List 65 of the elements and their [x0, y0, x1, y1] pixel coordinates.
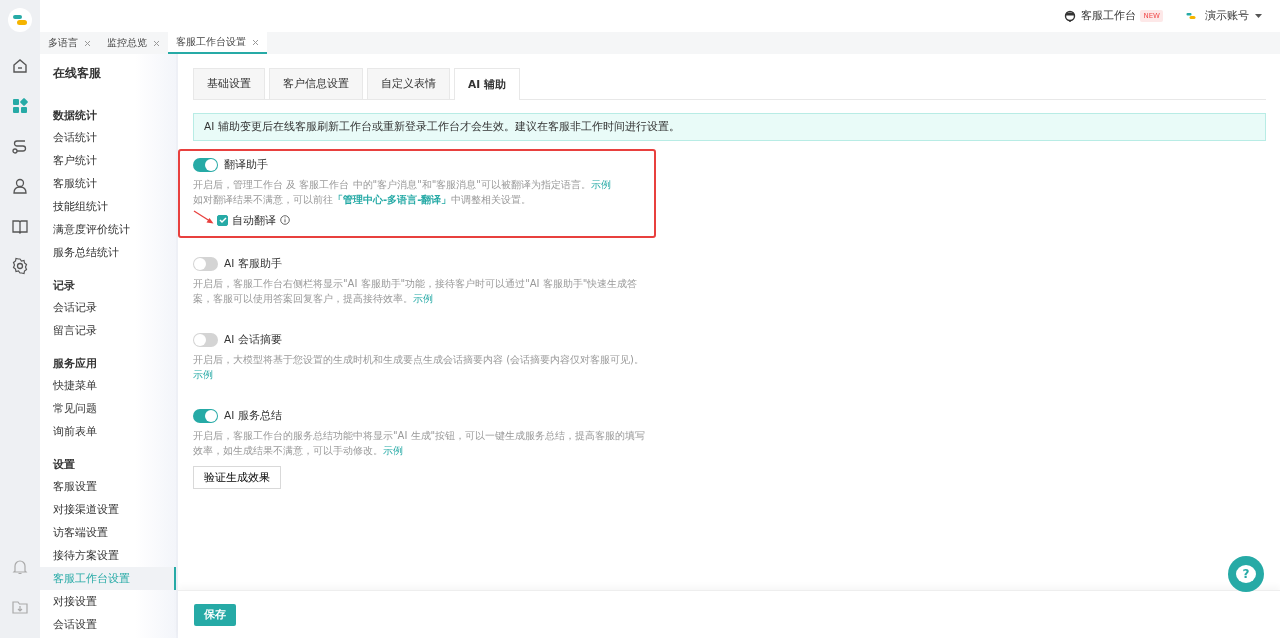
sidebar-item[interactable]: 会话记录	[40, 296, 176, 320]
toggle-switch[interactable]	[193, 257, 218, 272]
folder-download-icon[interactable]	[11, 598, 29, 616]
sidebar-title: 在线客服	[53, 66, 102, 82]
caret-icon	[1255, 13, 1262, 19]
settings-icon[interactable]	[11, 257, 29, 275]
toggle-switch[interactable]	[193, 408, 218, 423]
account-menu[interactable]: 演示账号	[1205, 8, 1249, 24]
settings-tab[interactable]: 自定义表情	[367, 68, 450, 99]
feature-title: AI 会话摘要	[224, 332, 282, 347]
settings-tab[interactable]: 客户信息设置	[269, 68, 363, 99]
sidebar-item[interactable]: 客服设置	[40, 475, 176, 499]
bell-icon[interactable]	[11, 558, 29, 576]
verify-button[interactable]: 验证生成效果	[193, 465, 281, 490]
close-icon[interactable]	[84, 39, 91, 47]
toggle-switch[interactable]	[193, 157, 218, 172]
book-icon[interactable]	[11, 217, 29, 235]
logo[interactable]	[8, 8, 32, 32]
feature-title: 翻译助手	[224, 156, 268, 172]
feature-description: 开启后，客服工作台的服务总结功能中将显示"AI 生成"按钮，可以一键生成服务总结，提高客服的填写效率，如生成结果不满意，可以手动修改。示例	[193, 428, 647, 458]
close-icon[interactable]	[252, 38, 259, 46]
notice-banner: AI 辅助变更后在线客服刷新工作台或重新登录工作台才会生效。建议在客服非工作时间进行设置。	[193, 113, 1266, 141]
close-icon[interactable]	[153, 39, 160, 47]
sidebar-item[interactable]: 常见问题	[40, 397, 176, 421]
sidebar-group-title: 记录	[53, 277, 76, 293]
info-icon[interactable]	[280, 215, 290, 226]
page-tab[interactable]: 监控总览	[99, 32, 168, 54]
sidebar-item[interactable]: 服务总结统计	[40, 241, 176, 265]
sidebar-group-title: 设置	[53, 456, 76, 472]
sidebar-item[interactable]: 快捷菜单	[40, 374, 176, 398]
settings-tab[interactable]: 基础设置	[193, 68, 265, 99]
sidebar-item[interactable]: 对接渠道设置	[40, 498, 176, 522]
sidebar-item[interactable]: 满意度评价统计	[40, 218, 176, 242]
headset-icon	[1064, 10, 1077, 22]
toggle-switch[interactable]	[193, 332, 218, 347]
feature-description: 开启后，管理工作台 及 客服工作台 中的"客户消息"和"客服消息"可以被翻译为指定语言。示例	[193, 177, 612, 192]
account-avatar-icon	[1185, 10, 1197, 22]
route-icon[interactable]	[11, 137, 29, 155]
sidebar-item[interactable]: 客户统计	[40, 149, 176, 173]
sidebar-item[interactable]: 会话统计	[40, 126, 176, 150]
workbench-link[interactable]: 客服工作台	[1081, 8, 1137, 24]
sidebar-item[interactable]: 客服统计	[40, 172, 176, 196]
person-icon[interactable]	[11, 177, 29, 195]
page-tab[interactable]: 客服工作台设置	[168, 32, 267, 54]
feature-description: 开启后，大模型将基于您设置的生成时机和生成要点生成会话摘要内容 (会话摘要内容仅对客服可见)。 示例	[193, 352, 645, 382]
sidebar-group-title: 服务应用	[53, 355, 98, 371]
feature-description: 如对翻译结果不满意，可以前往「管理中心-多语言-翻译」中调整相关设置。	[193, 192, 533, 207]
sidebar-item[interactable]: 对接设置	[40, 590, 176, 614]
sidebar-item[interactable]: 访客端设置	[40, 521, 176, 545]
arrow-annotation	[193, 209, 214, 224]
sidebar-item[interactable]: 技能组统计	[40, 195, 176, 219]
settings-tab[interactable]: AI 辅助	[454, 68, 520, 100]
page-tab[interactable]: 多语言	[40, 32, 99, 54]
sidebar-item[interactable]: 会话设置	[40, 613, 176, 637]
sidebar-item[interactable]: 询前表单	[40, 420, 176, 444]
checkbox-label: 自动翻译	[232, 212, 276, 228]
sidebar-item[interactable]: 接待方案设置	[40, 544, 176, 568]
home-icon[interactable]	[11, 57, 29, 75]
checkbox[interactable]	[217, 214, 228, 226]
sidebar-group-title: 数据统计	[53, 107, 98, 123]
feature-description: 开启后，客服工作台右侧栏将显示"AI 客服助手"功能，接待客户时可以通过"AI 客服助手"快速生成答案，客服可以使用答案回复客户，提高接待效率。示例	[193, 277, 639, 306]
apps-icon[interactable]	[11, 97, 29, 115]
feature-title: AI 客服助手	[224, 256, 282, 272]
sidebar-item[interactable]: 留言记录	[40, 319, 176, 343]
feature-title: AI 服务总结	[224, 407, 282, 423]
